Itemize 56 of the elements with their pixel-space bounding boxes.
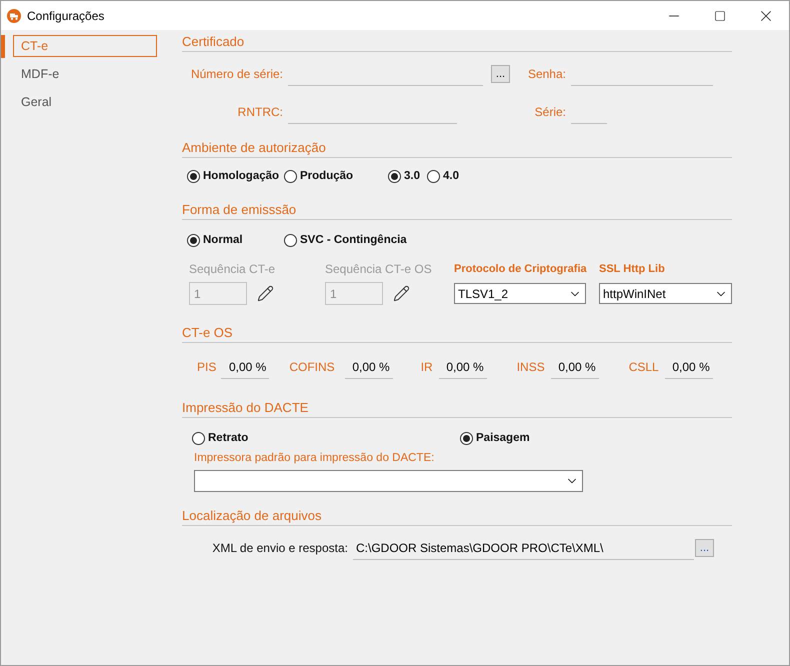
sidebar-item[interactable]: Geral	[13, 91, 157, 113]
maximize-icon[interactable]	[714, 10, 726, 22]
sidebar-item[interactable]: MDF-e	[13, 63, 157, 85]
edit-icon[interactable]	[257, 285, 274, 302]
radio-label[interactable]: 3.0	[404, 170, 420, 182]
tax-label: IR	[420, 360, 433, 374]
field-label: Impressora padrão para impressão do DACTE:	[194, 452, 434, 464]
input-field[interactable]: 0,00 %	[344, 355, 393, 379]
radio-label[interactable]: Normal	[203, 234, 243, 246]
field-label: Senha:	[526, 67, 567, 81]
input-field[interactable]: 0,00 %	[438, 355, 487, 379]
section-header: Localização de arquivos	[182, 505, 732, 526]
radio-label[interactable]: 4.0	[443, 170, 459, 182]
tax-label: COFINS	[289, 360, 335, 374]
radio-button[interactable]	[427, 170, 440, 182]
section-header: Certificado	[182, 31, 732, 52]
radio-label[interactable]: Homologação	[203, 170, 280, 182]
radio-button[interactable]	[192, 432, 205, 444]
radio-button[interactable]	[284, 234, 297, 246]
section-header: Forma de emisssão	[182, 199, 732, 220]
radio-button[interactable]	[284, 170, 297, 182]
edit-icon[interactable]	[393, 285, 410, 302]
dropdown[interactable]: TLSV1_2	[454, 283, 586, 304]
radio-label[interactable]: Paisagem	[476, 432, 530, 444]
field-label: XML de envio e resposta:	[211, 541, 349, 555]
input-field[interactable]: 0,00 %	[221, 355, 270, 379]
input-field[interactable]: 0,00 %	[664, 355, 713, 379]
radio-label[interactable]: Retrato	[208, 432, 248, 444]
browse-button[interactable]: ...	[491, 65, 510, 83]
dropdown[interactable]	[194, 470, 583, 492]
field-label: Sequência CT-e OS	[325, 261, 433, 277]
radio-label[interactable]: Produção	[300, 170, 354, 182]
section-header: Impressão do DACTE	[182, 397, 732, 418]
browse-button[interactable]: ...	[695, 539, 714, 557]
input-field[interactable]: C:\GDOOR Sistemas\GDOOR PRO\CTe\XML\	[353, 536, 694, 560]
tax-label: INSS	[516, 360, 545, 374]
field-label: RNTRC:	[236, 105, 284, 119]
app-logo-icon	[7, 8, 21, 22]
section-header: Ambiente de autorização	[182, 137, 732, 158]
tax-label: PIS	[197, 360, 216, 374]
field-label: Sequência CT-e	[189, 261, 276, 277]
radio-button[interactable]	[388, 170, 401, 182]
radio-button[interactable]	[187, 170, 200, 182]
dropdown[interactable]: httpWinINet	[599, 283, 732, 304]
input-field[interactable]: 0,00 %	[550, 355, 599, 379]
field-label: Número de série:	[190, 67, 284, 81]
field-label: Série:	[534, 105, 567, 119]
window-title: Configurações	[27, 8, 106, 22]
selection-marker	[1, 34, 5, 58]
radio-button[interactable]	[460, 432, 473, 444]
radio-label[interactable]: SVC - Contingência	[300, 234, 407, 246]
radio-button[interactable]	[187, 234, 200, 246]
field-label: Protocolo de Criptografia	[454, 262, 588, 277]
tax-label: CSLL	[628, 360, 659, 374]
section-header: CT-e OS	[182, 322, 732, 343]
field-label: SSL Http Lib	[599, 262, 666, 277]
